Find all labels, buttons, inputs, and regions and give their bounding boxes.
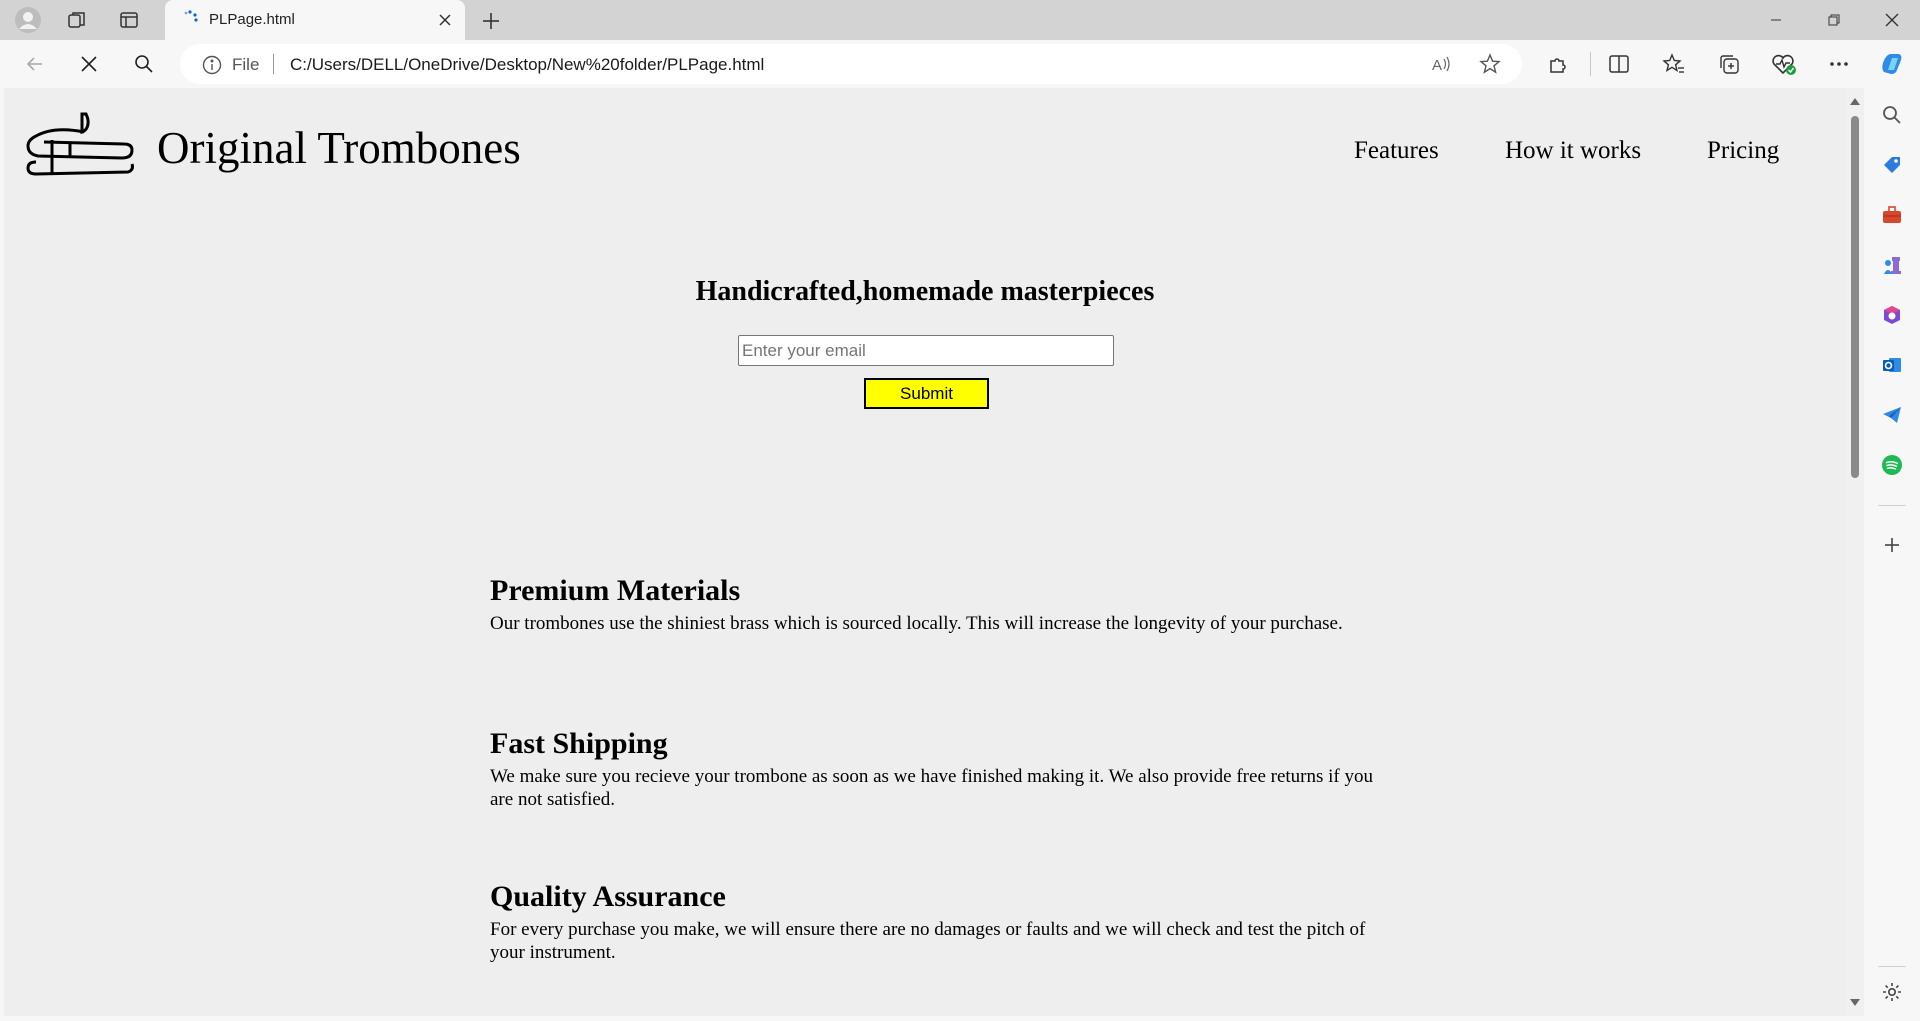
copilot-icon[interactable]	[1875, 47, 1909, 81]
scroll-down-arrow-icon[interactable]	[1850, 999, 1860, 1006]
extensions-icon[interactable]	[1541, 47, 1575, 81]
feature-title: Quality Assurance	[490, 880, 726, 913]
games-chess-icon[interactable]	[1878, 251, 1906, 279]
sidebar-search-icon[interactable]	[1878, 101, 1906, 129]
sidebar-divider	[1878, 966, 1906, 967]
tools-briefcase-icon[interactable]	[1878, 201, 1906, 229]
add-sidebar-app-icon[interactable]	[1878, 531, 1906, 559]
search-icon[interactable]	[127, 47, 161, 81]
workspaces-icon[interactable]	[62, 5, 92, 35]
stop-loading-icon[interactable]	[72, 47, 106, 81]
browser-toolbar: File C:/Users/DELL/OneDrive/Desktop/New%…	[0, 40, 1920, 88]
nav-features-link[interactable]: Features	[1354, 138, 1439, 163]
email-field[interactable]	[738, 335, 1114, 366]
read-aloud-icon[interactable]: A	[1430, 52, 1454, 76]
page-scrollbar[interactable]	[1846, 88, 1864, 1016]
profile-icon[interactable]	[13, 5, 43, 35]
scroll-up-arrow-icon[interactable]	[1850, 98, 1860, 105]
new-tab-button[interactable]	[476, 6, 506, 36]
feature-quality-assurance: Quality Assurance For every purchase you…	[490, 882, 1390, 964]
edge-sidebar	[1864, 88, 1920, 1021]
address-bar[interactable]: File C:/Users/DELL/OneDrive/Desktop/New%…	[180, 44, 1522, 84]
feature-title: Premium Materials	[490, 574, 741, 607]
close-tab-icon[interactable]	[435, 10, 455, 30]
telegram-send-icon[interactable]	[1878, 401, 1906, 429]
browser-essentials-icon[interactable]	[1767, 47, 1801, 81]
nav-pricing-link[interactable]: Pricing	[1707, 138, 1779, 163]
back-arrow-icon[interactable]	[18, 47, 52, 81]
page-viewport: Original Trombones Features How it works…	[4, 88, 1846, 1016]
split-screen-icon[interactable]	[1602, 47, 1636, 81]
vertical-tabs-icon[interactable]	[114, 5, 144, 35]
settings-gear-icon[interactable]	[1878, 978, 1906, 1006]
feature-fast-shipping: Fast Shipping We make sure you recieve y…	[490, 729, 1390, 811]
brand-title: Original Trombones	[157, 123, 521, 173]
more-options-icon[interactable]	[1822, 47, 1856, 81]
file-label: File	[232, 55, 260, 74]
feature-premium-materials: Premium Materials Our trombones use the …	[490, 576, 1390, 635]
shopping-tag-icon[interactable]	[1878, 151, 1906, 179]
active-tab[interactable]: PLPage.html	[165, 0, 465, 40]
svg-text:A: A	[1432, 57, 1442, 74]
collections-icon[interactable]	[1712, 47, 1746, 81]
info-icon[interactable]	[202, 55, 222, 75]
feature-title: Fast Shipping	[490, 727, 668, 760]
loading-spinner-icon	[184, 10, 198, 22]
outlook-icon[interactable]	[1878, 351, 1906, 379]
restore-button[interactable]	[1806, 0, 1862, 40]
favorite-star-icon[interactable]	[1478, 52, 1502, 76]
toolbar-divider	[1590, 52, 1591, 76]
hero-title: Handicrafted,homemade masterpieces	[695, 276, 1155, 307]
spotify-icon[interactable]	[1878, 451, 1906, 479]
favorites-icon[interactable]	[1657, 47, 1691, 81]
tab-strip: PLPage.html	[0, 0, 1920, 40]
feature-text: We make sure you recieve your trombone a…	[490, 766, 1373, 810]
minimize-button[interactable]	[1748, 0, 1804, 40]
feature-text: For every purchase you make, we will ens…	[490, 919, 1366, 963]
nav-how-it-works-link[interactable]: How it works	[1505, 138, 1641, 163]
submit-button[interactable]: Submit	[864, 378, 989, 409]
feature-text: Our trombones use the shiniest brass whi…	[490, 613, 1343, 634]
tab-title: PLPage.html	[209, 11, 295, 28]
scrollbar-thumb[interactable]	[1851, 116, 1859, 478]
address-divider	[273, 54, 274, 74]
sidebar-divider	[1878, 505, 1906, 506]
close-window-button[interactable]	[1864, 0, 1920, 40]
url-text[interactable]: C:/Users/DELL/OneDrive/Desktop/New%20fol…	[290, 55, 764, 75]
microsoft-365-icon[interactable]	[1878, 301, 1906, 329]
trombone-logo-icon	[26, 112, 134, 176]
